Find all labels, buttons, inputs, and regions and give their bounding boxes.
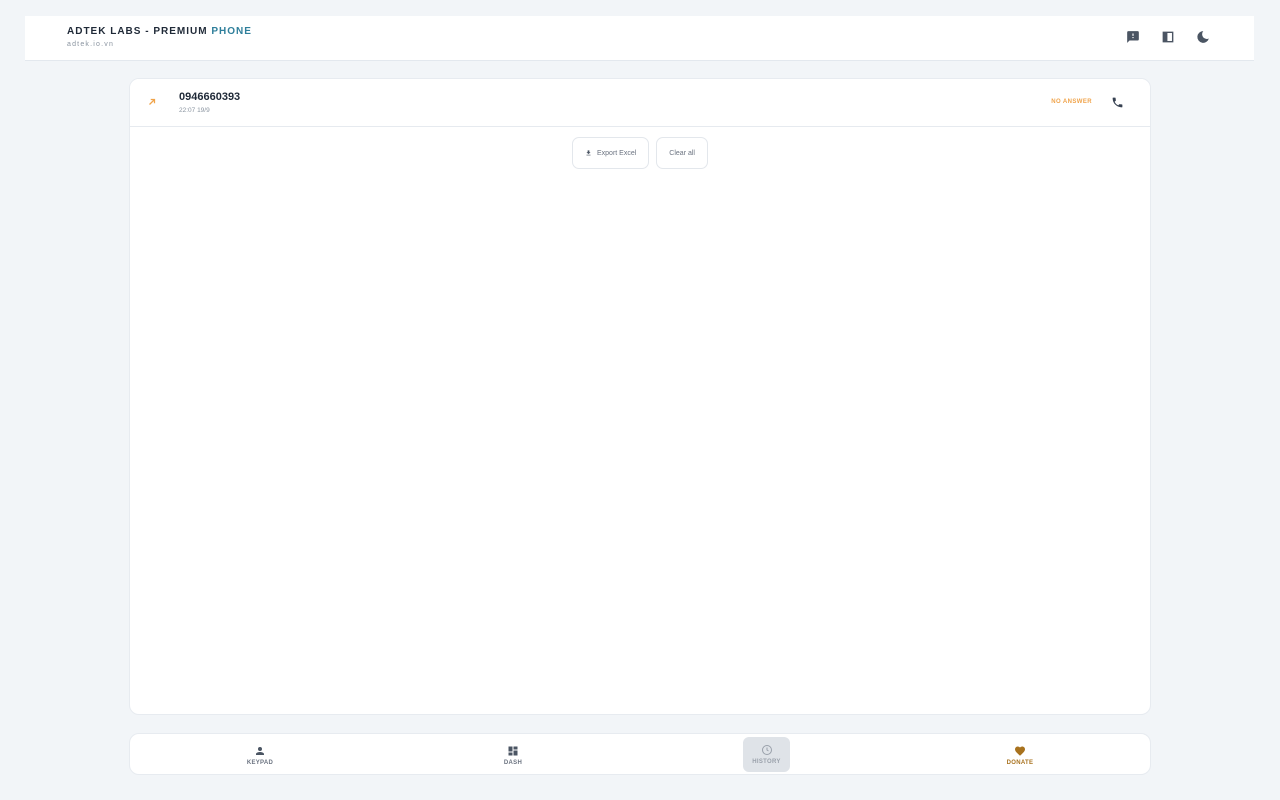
app-title-main: ADTEK LABS - PREMIUM [67, 26, 212, 37]
call-status-badge: NO ANSWER [1051, 99, 1092, 105]
history-actions: Export Excel Clear all [130, 137, 1150, 169]
dashboard-icon [508, 746, 518, 755]
call-history-item[interactable]: 0946660393 22:07 19/9 NO ANSWER [130, 79, 1150, 127]
app-title: ADTEK LABS - PREMIUM PHONE [67, 26, 252, 37]
call-back-button[interactable] [1111, 96, 1124, 109]
dark-mode-icon[interactable] [1196, 30, 1210, 44]
nav-dash-label: DASH [503, 759, 523, 766]
nav-donate-label: DONATE [1006, 759, 1034, 766]
feedback-icon[interactable] [1126, 30, 1140, 44]
export-excel-button[interactable]: Export Excel [572, 137, 650, 169]
nav-keypad[interactable]: KEYPAD [236, 739, 284, 771]
bottom-navigation: KEYPAD DASH HISTORY DONATE [129, 733, 1151, 775]
clear-all-button[interactable]: Clear all [656, 137, 708, 169]
history-panel: 0946660393 22:07 19/9 NO ANSWER Export E… [129, 78, 1151, 715]
split-view-icon[interactable] [1161, 30, 1175, 44]
call-number: 0946660393 [179, 91, 241, 103]
app-title-accent: PHONE [211, 26, 252, 37]
export-excel-label: Export Excel [597, 149, 637, 157]
header-actions [1126, 30, 1210, 44]
nav-keypad-label: KEYPAD [246, 759, 274, 766]
app-subtitle: adtek.io.vn [67, 41, 115, 48]
clear-all-label: Clear all [669, 149, 695, 157]
call-time: 22:07 19/9 [179, 107, 210, 114]
nav-history-label: HISTORY [752, 759, 781, 765]
history-icon [761, 745, 772, 755]
person-icon [256, 746, 264, 755]
outgoing-call-icon [149, 98, 156, 105]
app-header: ADTEK LABS - PREMIUM PHONE adtek.io.vn [25, 16, 1254, 61]
phone-icon [1112, 97, 1123, 108]
download-icon [586, 150, 591, 156]
nav-history[interactable]: HISTORY [743, 737, 790, 772]
heart-icon [1015, 746, 1025, 756]
nav-donate[interactable]: DONATE [996, 739, 1044, 771]
brand: ADTEK LABS - PREMIUM PHONE adtek.io.vn [67, 26, 252, 48]
nav-dash[interactable]: DASH [489, 739, 537, 771]
